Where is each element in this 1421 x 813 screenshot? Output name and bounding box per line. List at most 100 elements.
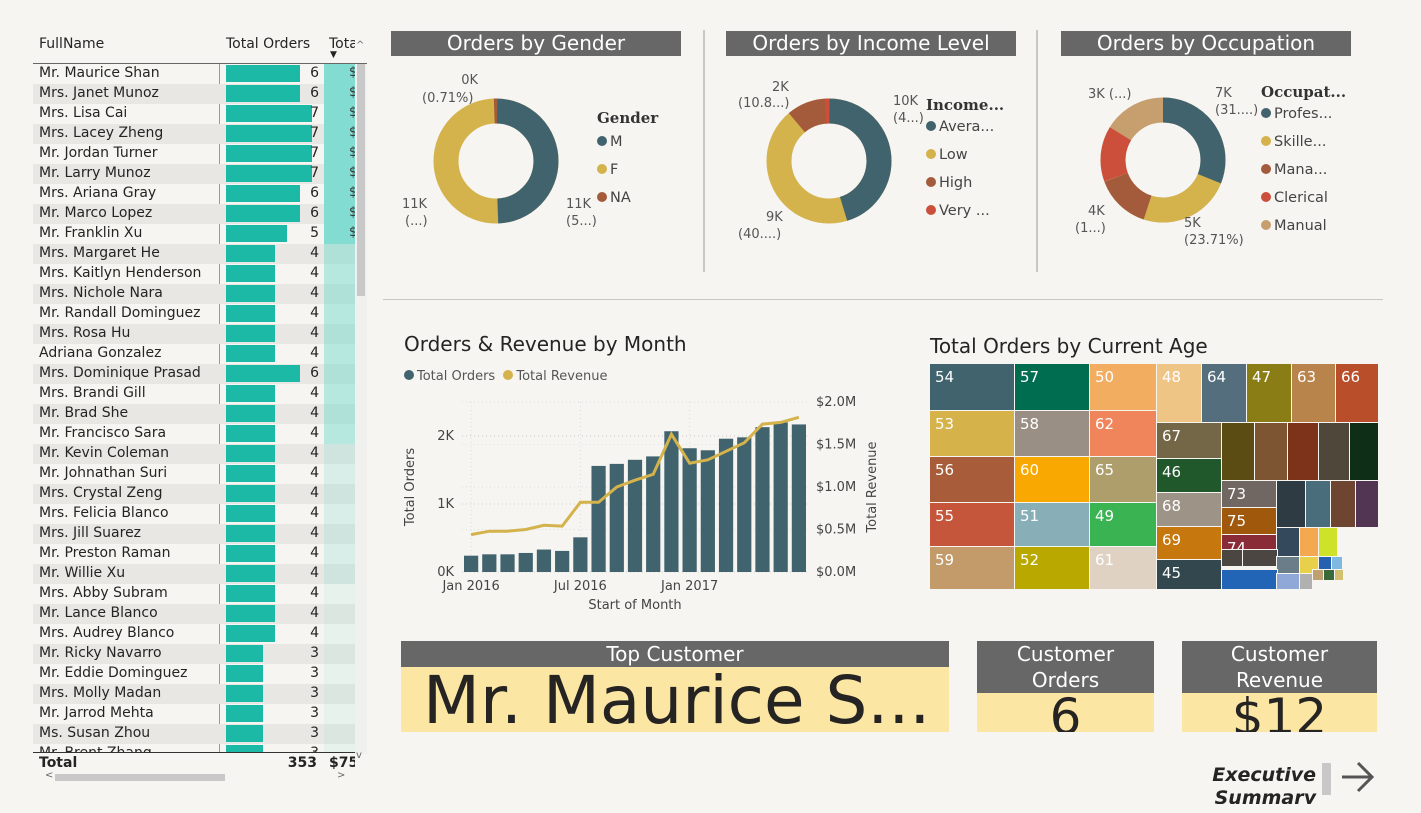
- treemap-tile-small[interactable]: [1254, 422, 1288, 481]
- treemap-tile[interactable]: 60: [1015, 457, 1089, 502]
- legend-item[interactable]: Manual: [1261, 218, 1327, 234]
- legend-item[interactable]: NA: [597, 190, 631, 206]
- treemap-tile[interactable]: 62: [1090, 411, 1156, 456]
- table-row[interactable]: Mr. Ricky Navarro 3: [33, 644, 355, 664]
- table-row[interactable]: Mr. Willie Xu 4: [33, 564, 355, 584]
- treemap-tile[interactable]: 57: [1015, 364, 1089, 410]
- table-row[interactable]: Mr. Jordan Turner 7 $: [33, 144, 357, 164]
- table-row[interactable]: Mr. Kevin Coleman 4: [33, 444, 355, 464]
- table-row[interactable]: Mrs. Margaret He 4: [33, 244, 355, 264]
- treemap-tile[interactable]: 46: [1157, 459, 1221, 492]
- treemap-tile[interactable]: 64: [1202, 364, 1246, 422]
- treemap-tile-small[interactable]: [1276, 527, 1300, 557]
- table-row[interactable]: Mr. Brad She 4: [33, 404, 355, 424]
- treemap-tile-small[interactable]: [1355, 480, 1379, 528]
- treemap-tile-small[interactable]: [1334, 569, 1344, 581]
- treemap-tile[interactable]: 58: [1015, 411, 1089, 456]
- table-row[interactable]: Mr. Preston Raman 4: [33, 544, 355, 564]
- legend-item[interactable]: Avera...: [926, 119, 994, 135]
- treemap-tile-small[interactable]: [1276, 556, 1300, 574]
- treemap-tile[interactable]: 48: [1157, 364, 1201, 422]
- legend-item[interactable]: Clerical: [1261, 190, 1328, 206]
- treemap-tile[interactable]: 53: [930, 411, 1014, 456]
- treemap-tile[interactable]: 61: [1090, 547, 1156, 589]
- treemap-tile[interactable]: 54: [930, 364, 1014, 410]
- table-row[interactable]: Mr. Larry Munoz 7 $: [33, 164, 357, 184]
- table-row[interactable]: Mrs. Janet Munoz 6 $: [33, 84, 357, 104]
- treemap-tile[interactable]: 63: [1292, 364, 1335, 422]
- treemap-tile-small[interactable]: [1299, 573, 1313, 590]
- table-row[interactable]: Mrs. Crystal Zeng 4: [33, 484, 355, 504]
- treemap-tile[interactable]: 73: [1222, 481, 1276, 507]
- hscroll-thumb[interactable]: [55, 774, 225, 781]
- treemap-tile[interactable]: 52: [1015, 547, 1089, 589]
- table-row[interactable]: Mr. Franklin Xu 5 $: [33, 224, 357, 244]
- treemap-tile-small[interactable]: [1221, 422, 1255, 481]
- treemap-tile-small[interactable]: [1299, 527, 1319, 557]
- table-row[interactable]: Mrs. Kaitlyn Henderson 4: [33, 264, 355, 284]
- treemap-tile-small[interactable]: [1276, 480, 1306, 528]
- table-row[interactable]: Mrs. Brandi Gill 4: [33, 384, 355, 404]
- treemap-tile[interactable]: 56: [930, 457, 1014, 502]
- treemap-tile-small[interactable]: [1349, 422, 1379, 481]
- table-row[interactable]: Mrs. Nichole Nara 4: [33, 284, 355, 304]
- legend-item[interactable]: Low: [926, 147, 968, 163]
- treemap-tile[interactable]: 49: [1090, 503, 1156, 546]
- treemap-tile[interactable]: 47: [1247, 364, 1291, 422]
- table-row[interactable]: Mrs. Jill Suarez 4: [33, 524, 355, 544]
- table-row[interactable]: Mr. Johnathan Suri 4: [33, 464, 355, 484]
- table-row[interactable]: Mr. Eddie Dominguez 3: [33, 664, 355, 684]
- legend-item[interactable]: Very ...: [926, 203, 990, 219]
- legend-item[interactable]: M: [597, 134, 623, 150]
- gender-donut[interactable]: [420, 85, 580, 245]
- treemap-tile[interactable]: 51: [1015, 503, 1089, 546]
- treemap-tile-small[interactable]: [1305, 480, 1331, 528]
- legend-item[interactable]: Skille...: [1261, 134, 1326, 150]
- arrow-right-icon[interactable]: [1338, 760, 1378, 794]
- vertical-scrollbar[interactable]: [355, 64, 367, 754]
- legend-item[interactable]: Profes...: [1261, 106, 1332, 122]
- legend-item[interactable]: Mana...: [1261, 162, 1327, 178]
- age-treemap[interactable]: 54 57 50 48 64 47 63 66 53 58 62 67 56 60 65 46 73 55 51 49…: [930, 364, 1379, 590]
- legend-item[interactable]: High: [926, 175, 972, 191]
- treemap-tile[interactable]: 55: [930, 503, 1014, 546]
- customer-table[interactable]: FullName Total Orders Tota ▼ Mr. Maurice…: [33, 28, 367, 782]
- treemap-tile[interactable]: 75: [1222, 508, 1276, 534]
- treemap-tile[interactable]: 68: [1157, 493, 1221, 526]
- treemap-tile-small[interactable]: [1331, 556, 1343, 570]
- orders-revenue-chart[interactable]: 0K 1K 2K $0.0M $0.5M $1.0M $1.5M $2.0M Jan 2016 J…: [396, 390, 876, 615]
- treemap-tile-small[interactable]: [1287, 422, 1319, 481]
- treemap-tile-small[interactable]: [1242, 549, 1278, 567]
- treemap-tile-small[interactable]: [1276, 573, 1300, 590]
- treemap-tile-small[interactable]: [1318, 527, 1338, 557]
- table-row[interactable]: Mr. Francisco Sara 4: [33, 424, 355, 444]
- treemap-tile[interactable]: 69: [1157, 527, 1221, 559]
- table-row[interactable]: Mrs. Felicia Blanco 4: [33, 504, 355, 524]
- treemap-tile[interactable]: 50: [1090, 364, 1156, 410]
- table-row[interactable]: Mrs. Dominique Prasad 6: [33, 364, 355, 384]
- table-row[interactable]: Mrs. Molly Madan 3: [33, 684, 355, 704]
- table-row[interactable]: Mrs. Ariana Gray 6 $: [33, 184, 357, 204]
- treemap-tile-small[interactable]: [1221, 549, 1243, 567]
- treemap-tile-small[interactable]: [1312, 569, 1324, 581]
- treemap-tile[interactable]: 45: [1157, 560, 1221, 589]
- table-row[interactable]: Adriana Gonzalez 4: [33, 344, 355, 364]
- legend-item[interactable]: F: [597, 162, 618, 178]
- table-row[interactable]: Mrs. Rosa Hu 4: [33, 324, 355, 344]
- horizontal-scrollbar[interactable]: < >: [33, 770, 355, 782]
- col-header-fullname[interactable]: FullName: [39, 36, 104, 52]
- col-header-total-orders[interactable]: Total Orders: [226, 36, 310, 52]
- table-row[interactable]: Mr. Marco Lopez 6 $: [33, 204, 357, 224]
- table-row[interactable]: Mrs. Lisa Cai 7 $: [33, 104, 357, 124]
- scroll-down-icon[interactable]: v: [356, 750, 362, 761]
- scrollbar-thumb[interactable]: [357, 64, 365, 296]
- treemap-tile[interactable]: 67: [1157, 423, 1221, 458]
- table-row[interactable]: Mrs. Lacey Zheng 7 $: [33, 124, 357, 144]
- table-row[interactable]: Mr. Jarrod Mehta 3: [33, 704, 355, 724]
- scroll-right-icon[interactable]: >: [337, 770, 345, 781]
- table-row[interactable]: Ms. Susan Zhou 3: [33, 724, 355, 744]
- treemap-tile-small[interactable]: [1318, 556, 1332, 570]
- treemap-tile[interactable]: 65: [1090, 457, 1156, 502]
- executive-summary-nav[interactable]: Executive Summary: [1200, 760, 1400, 804]
- table-row[interactable]: Mrs. Audrey Blanco 4: [33, 624, 355, 644]
